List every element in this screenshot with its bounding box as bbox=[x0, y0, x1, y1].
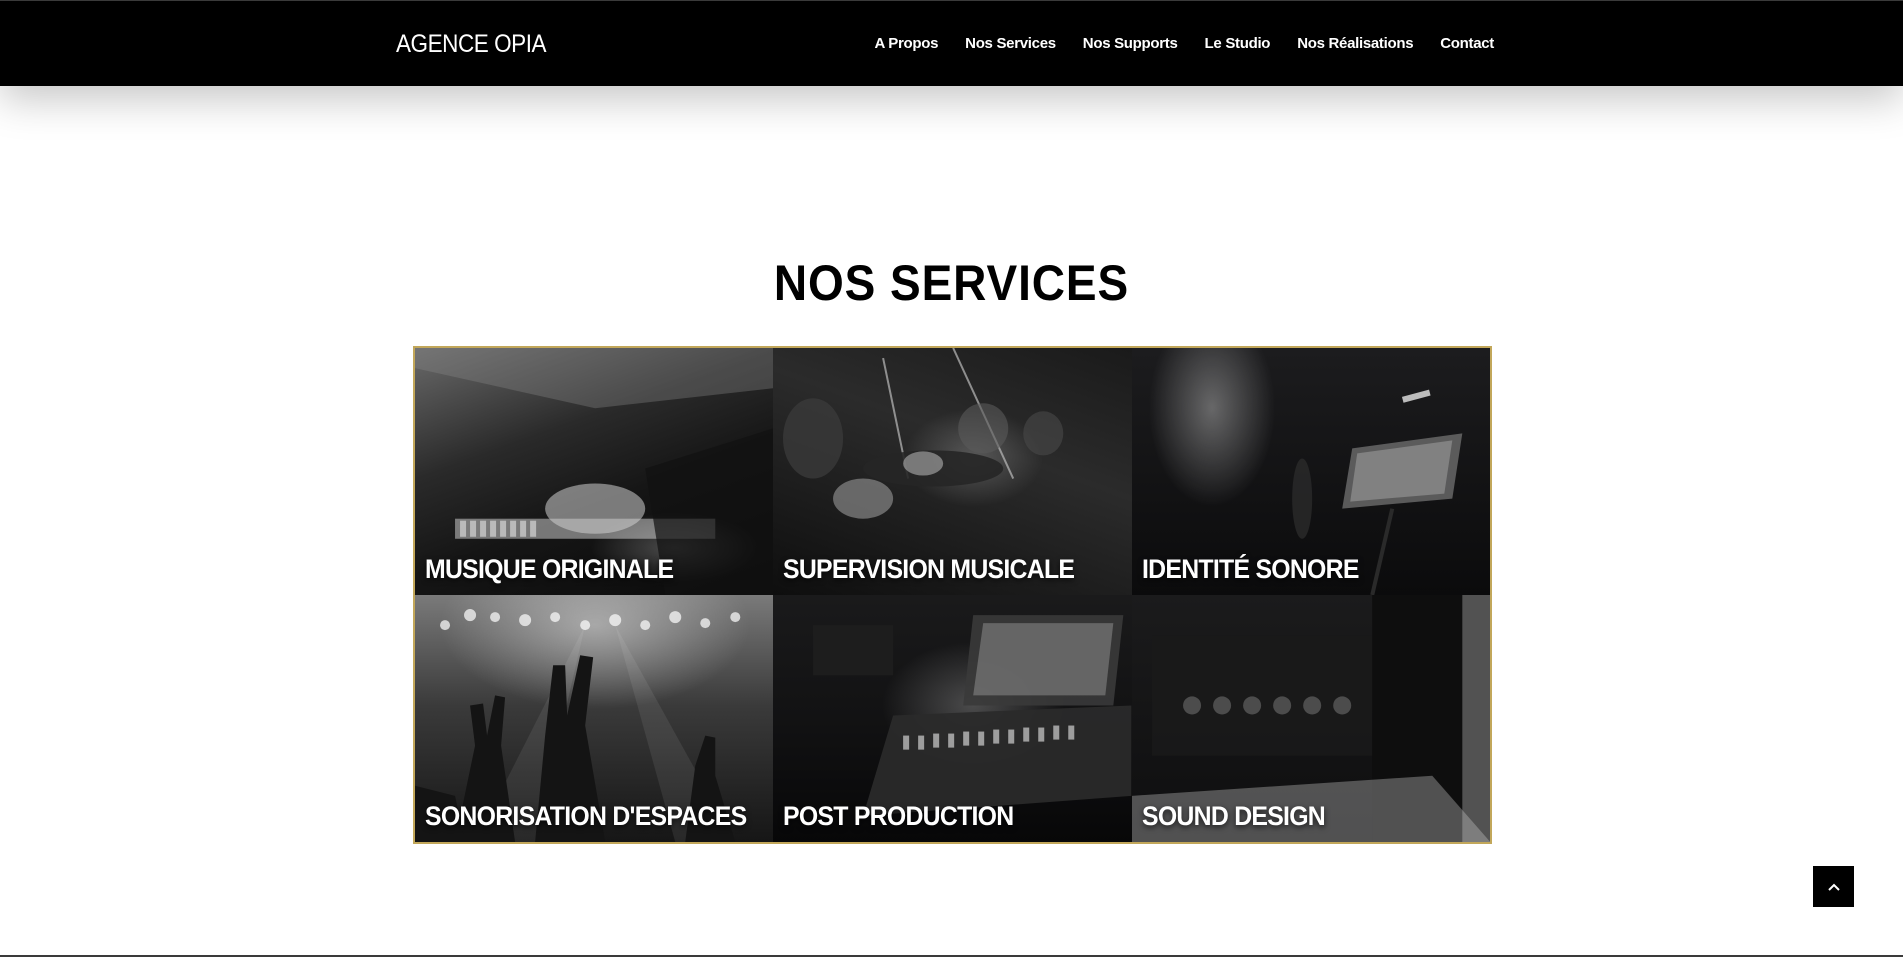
nav-link-a-propos[interactable]: A Propos bbox=[874, 35, 938, 52]
brand-logo[interactable]: AGENCE OPIA bbox=[396, 30, 547, 59]
nav-link-le-studio[interactable]: Le Studio bbox=[1205, 35, 1271, 52]
nav-link-contact[interactable]: Contact bbox=[1440, 35, 1494, 52]
nav-link-nos-services[interactable]: Nos Services bbox=[965, 35, 1056, 52]
service-label: SUPERVISION MUSICALE bbox=[783, 554, 1075, 584]
service-label: SONORISATION D'ESPACES bbox=[425, 801, 747, 831]
service-label: POST PRODUCTION bbox=[783, 801, 1014, 831]
chevron-up-icon bbox=[1827, 882, 1841, 892]
site-header: AGENCE OPIA A Propos Nos Services Nos Su… bbox=[0, 0, 1903, 86]
scroll-to-top-button[interactable] bbox=[1813, 866, 1854, 907]
service-tile-musique-originale[interactable]: MUSIQUE ORIGINALE bbox=[415, 348, 774, 595]
service-label: MUSIQUE ORIGINALE bbox=[425, 554, 674, 584]
section-title: NOS SERVICES bbox=[773, 254, 1130, 311]
service-tile-identite-sonore[interactable]: IDENTITÉ SONORE bbox=[1131, 348, 1490, 595]
services-grid: MUSIQUE ORIGINALE SUPERVISION MUSICALE I… bbox=[413, 346, 1492, 844]
nav-link-nos-supports[interactable]: Nos Supports bbox=[1083, 35, 1178, 52]
service-tile-supervision-musicale[interactable]: SUPERVISION MUSICALE bbox=[773, 348, 1132, 595]
main-nav: A Propos Nos Services Nos Supports Le St… bbox=[874, 35, 1494, 52]
nav-link-nos-realisations[interactable]: Nos Réalisations bbox=[1297, 35, 1413, 52]
service-label: IDENTITÉ SONORE bbox=[1141, 554, 1359, 584]
service-tile-post-production[interactable]: POST PRODUCTION bbox=[773, 595, 1132, 842]
service-label: SOUND DESIGN bbox=[1141, 801, 1326, 831]
service-tile-sound-design[interactable]: SOUND DESIGN bbox=[1131, 595, 1490, 842]
service-tile-sonorisation-espaces[interactable]: SONORISATION D'ESPACES bbox=[415, 595, 774, 842]
